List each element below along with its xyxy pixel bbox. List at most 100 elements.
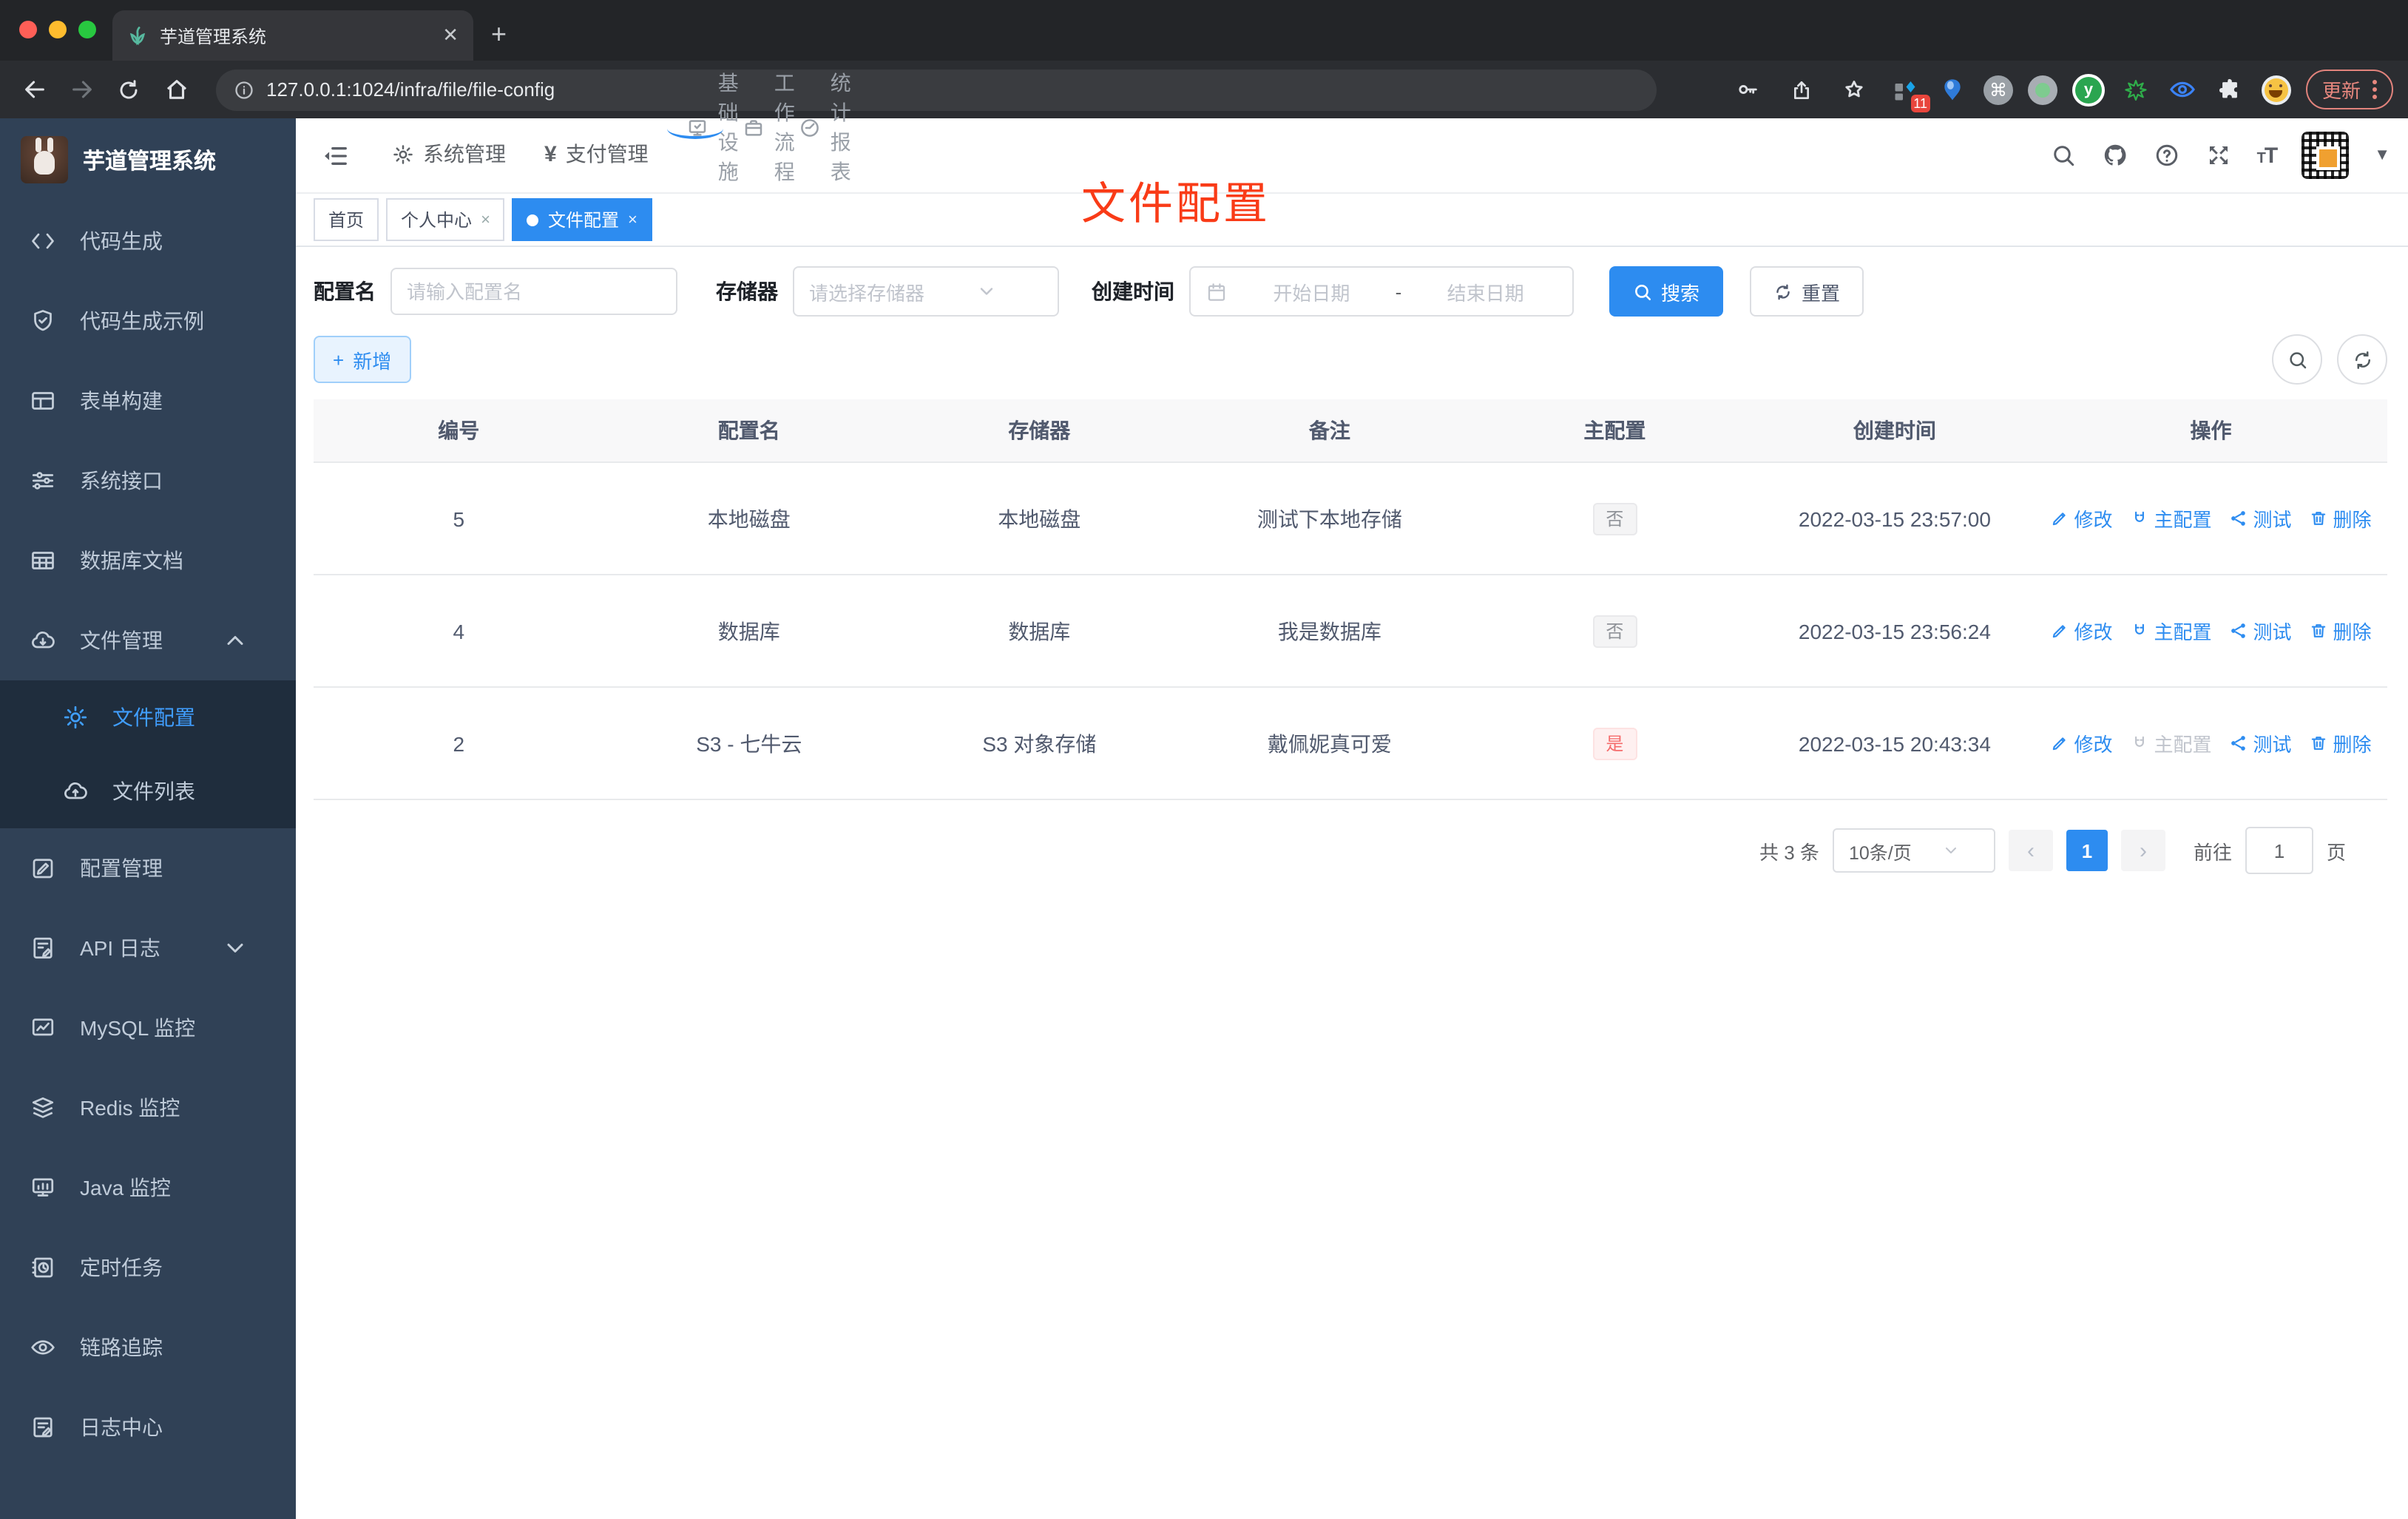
new-tab-button[interactable]: + <box>491 19 507 50</box>
edit-link[interactable]: 修改 <box>2050 729 2112 757</box>
home-icon[interactable] <box>157 70 195 109</box>
tag-tab-file-config[interactable]: 文件配置 × <box>512 198 652 241</box>
app-logo[interactable]: 芋道管理系统 <box>0 118 296 201</box>
forward-icon[interactable] <box>62 70 101 109</box>
page-size-select[interactable]: 10条/页 <box>1832 828 1995 873</box>
sidebar-item-tracing[interactable]: 链路追踪 <box>0 1307 296 1387</box>
sidebar-item-log-center[interactable]: 日志中心 <box>0 1387 296 1467</box>
sidebar-item-scheduled-jobs[interactable]: 定时任务 <box>0 1228 296 1307</box>
pencil-icon <box>2050 621 2069 640</box>
sidebar-item-db-doc[interactable]: 数据库文档 <box>0 521 296 601</box>
search-icon[interactable] <box>2050 142 2077 169</box>
cell-storage: 数据库 <box>1008 619 1071 643</box>
config-name-input[interactable] <box>390 268 677 315</box>
sidebar-item-code-generate[interactable]: 代码生成 <box>0 201 296 281</box>
help-icon[interactable] <box>2154 142 2180 169</box>
reset-button-label: 重置 <box>1802 282 1841 304</box>
master-config-link[interactable]: 主配置 <box>2130 617 2212 645</box>
test-link[interactable]: 测试 <box>2230 617 2292 645</box>
extension-star-icon[interactable] <box>2120 73 2152 106</box>
sidebar-item-system-api[interactable]: 系统接口 <box>0 441 296 521</box>
github-icon[interactable] <box>2102 142 2128 169</box>
sidebar-item-api-log[interactable]: API 日志 <box>0 908 296 988</box>
add-button[interactable]: + 新增 <box>314 336 411 383</box>
delete-link[interactable]: 删除 <box>2310 729 2372 757</box>
goto-page-input[interactable] <box>2245 827 2313 874</box>
browser-tab[interactable]: 芋道管理系统 ✕ <box>112 10 473 61</box>
bookmark-star-icon[interactable] <box>1836 70 1874 109</box>
col-header-remark: 备注 <box>1308 419 1350 442</box>
url-bar[interactable]: 127.0.0.1:1024/infra/file/file-config <box>216 69 1657 110</box>
sidebar-item-code-demo[interactable]: 代码生成示例 <box>0 281 296 361</box>
sidebar-item-mysql-monitor[interactable]: MySQL 监控 <box>0 988 296 1068</box>
edit-link[interactable]: 修改 <box>2050 504 2112 532</box>
share-icon[interactable] <box>1782 70 1821 109</box>
table-row: 4 数据库 数据库 我是数据库 否 2022-03-15 23:56:24 修改… <box>314 575 2387 688</box>
sidebar-item-redis-monitor[interactable]: Redis 监控 <box>0 1068 296 1148</box>
menu-payment-management[interactable]: ¥ 支付管理 <box>525 118 668 192</box>
tag-tab-profile[interactable]: 个人中心 × <box>386 198 505 241</box>
sidebar-item-config-management[interactable]: 配置管理 <box>0 828 296 908</box>
delete-link[interactable]: 删除 <box>2310 504 2372 532</box>
window-controls[interactable] <box>19 21 96 38</box>
fullscreen-icon[interactable] <box>2205 142 2232 169</box>
browser-menu-icon[interactable] <box>2373 80 2377 99</box>
row-actions: 修改 主配置 测试 删除 <box>2035 720 2387 766</box>
test-link[interactable]: 测试 <box>2230 504 2292 532</box>
current-page-button[interactable]: 1 <box>2066 830 2108 871</box>
end-date-placeholder[interactable]: 结束日期 <box>1413 277 1558 305</box>
reload-icon[interactable] <box>109 70 148 109</box>
cell-name: 数据库 <box>717 619 780 643</box>
search-button[interactable]: 搜索 <box>1609 266 1724 317</box>
prev-page-button[interactable]: ‹ <box>2008 830 2053 871</box>
browser-update-button[interactable]: 更新 <box>2305 70 2393 109</box>
date-range-picker[interactable]: 开始日期 - 结束日期 <box>1189 266 1574 317</box>
collapse-sidebar-icon[interactable] <box>308 118 361 192</box>
extensions-puzzle-icon[interactable] <box>2214 73 2247 106</box>
sidebar-item-form-builder[interactable]: 表单构建 <box>0 361 296 441</box>
gauge-icon <box>799 116 822 138</box>
extension-balloon-icon[interactable] <box>1936 73 1969 106</box>
menu-system-management[interactable]: 系统管理 <box>373 118 525 192</box>
extension-eye-icon[interactable] <box>2167 73 2199 106</box>
cell-remark: 我是数据库 <box>1277 619 1381 643</box>
test-link[interactable]: 测试 <box>2230 729 2292 757</box>
extension-y-icon[interactable]: y <box>2072 73 2105 106</box>
refresh-table-button[interactable] <box>2337 334 2387 385</box>
edit-link[interactable]: 修改 <box>2050 617 2112 645</box>
qr-avatar[interactable] <box>2302 132 2350 179</box>
sidebar-item-file-management[interactable]: 文件管理 <box>0 601 296 680</box>
extension-emoji-icon[interactable] <box>2261 75 2291 104</box>
minimize-window-button[interactable] <box>49 21 67 38</box>
storage-select[interactable]: 请选择存储器 <box>793 266 1059 317</box>
close-icon[interactable]: × <box>481 211 490 229</box>
zoom-window-button[interactable] <box>78 21 96 38</box>
extension-tabs-icon[interactable]: 11 <box>1889 73 1930 112</box>
password-key-icon[interactable] <box>1729 70 1768 109</box>
next-page-button[interactable]: › <box>2120 830 2165 871</box>
sidebar-item-file-list[interactable]: 文件列表 <box>0 754 296 828</box>
show-search-toggle-button[interactable] <box>2272 334 2322 385</box>
master-config-link[interactable]: 主配置 <box>2130 504 2212 532</box>
delete-link[interactable]: 删除 <box>2310 617 2372 645</box>
tag-tab-home[interactable]: 首页 <box>314 198 379 241</box>
menu-reports[interactable]: 统计报表 <box>780 71 851 183</box>
extension-command-icon[interactable]: ⌘ <box>1983 75 2013 104</box>
menu-infrastructure[interactable]: 基础设施 <box>667 71 739 183</box>
site-info-icon[interactable] <box>234 79 254 100</box>
code-icon <box>30 228 56 254</box>
refresh-icon <box>2351 348 2373 371</box>
close-icon[interactable]: × <box>628 211 637 229</box>
close-window-button[interactable] <box>19 21 37 38</box>
font-size-icon[interactable]: TT <box>2257 143 2279 168</box>
back-icon[interactable] <box>15 70 53 109</box>
caret-down-icon[interactable]: ▼ <box>2374 146 2390 164</box>
extension-grey-circle-icon[interactable] <box>2027 75 2057 104</box>
menu-workflow[interactable]: 工作流程 <box>724 71 795 183</box>
tab-close-icon[interactable]: ✕ <box>442 24 459 47</box>
form-icon <box>30 388 56 414</box>
reset-button[interactable]: 重置 <box>1750 266 1864 317</box>
sidebar-item-java-monitor[interactable]: Java 监控 <box>0 1148 296 1228</box>
start-date-placeholder[interactable]: 开始日期 <box>1239 277 1384 305</box>
sidebar-item-file-config[interactable]: 文件配置 <box>0 680 296 754</box>
